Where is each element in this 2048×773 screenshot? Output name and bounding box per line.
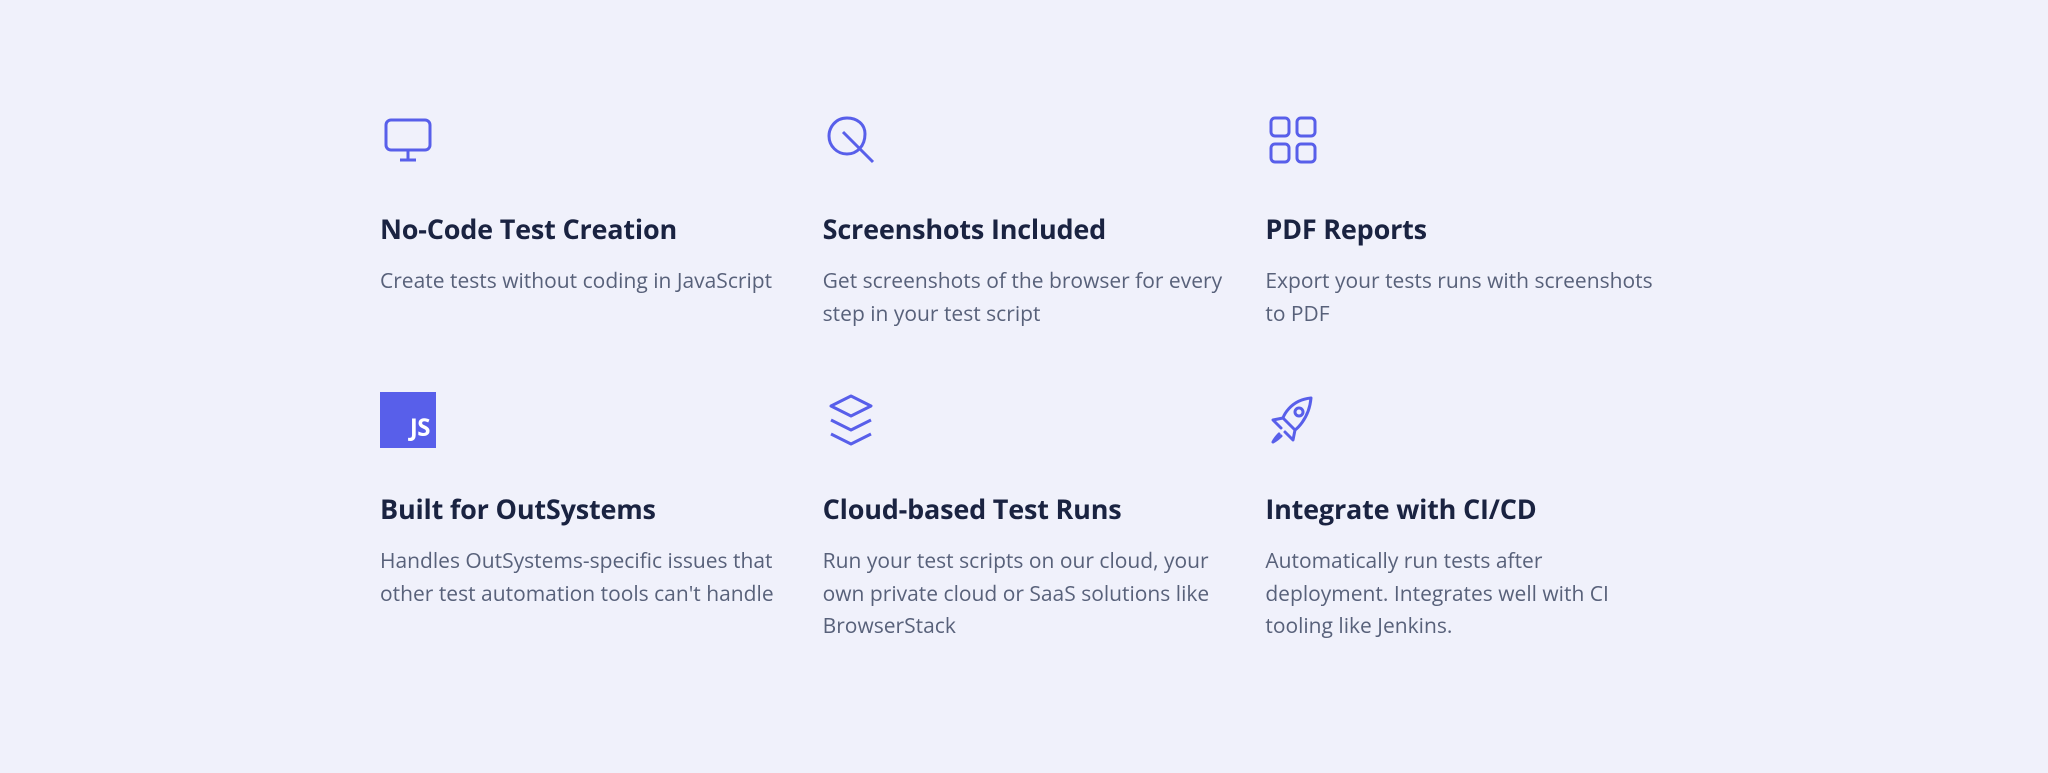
- feature-title: Cloud-based Test Runs: [823, 490, 1226, 527]
- grid-icon: [1265, 110, 1668, 170]
- feature-title: PDF Reports: [1265, 210, 1668, 247]
- feature-title: No-Code Test Creation: [380, 210, 783, 247]
- leaf-icon: [823, 110, 1226, 170]
- js-icon: JS: [380, 390, 783, 450]
- feature-desc: Run your test scripts on our cloud, your…: [823, 545, 1226, 643]
- feature-card-outsystems: JS Built for OutSystems Handles OutSyste…: [380, 390, 783, 643]
- feature-card-cloud: Cloud-based Test Runs Run your test scri…: [823, 390, 1226, 643]
- feature-card-screenshots: Screenshots Included Get screenshots of …: [823, 110, 1226, 330]
- feature-desc: Create tests without coding in JavaScrip…: [380, 265, 783, 298]
- feature-desc: Handles OutSystems-specific issues that …: [380, 545, 783, 610]
- feature-card-cicd: Integrate with CI/CD Automatically run t…: [1265, 390, 1668, 643]
- stack-icon: [823, 390, 1226, 450]
- feature-title: Integrate with CI/CD: [1265, 490, 1668, 527]
- feature-desc: Automatically run tests after deployment…: [1265, 545, 1668, 643]
- rocket-icon: [1265, 390, 1668, 450]
- feature-card-pdf: PDF Reports Export your tests runs with …: [1265, 110, 1668, 330]
- feature-title: Screenshots Included: [823, 210, 1226, 247]
- feature-desc: Export your tests runs with screenshots …: [1265, 265, 1668, 330]
- feature-desc: Get screenshots of the browser for every…: [823, 265, 1226, 330]
- feature-card-nocode: No-Code Test Creation Create tests witho…: [380, 110, 783, 330]
- monitor-icon: [380, 110, 783, 170]
- features-grid: No-Code Test Creation Create tests witho…: [380, 110, 1668, 643]
- feature-title: Built for OutSystems: [380, 490, 783, 527]
